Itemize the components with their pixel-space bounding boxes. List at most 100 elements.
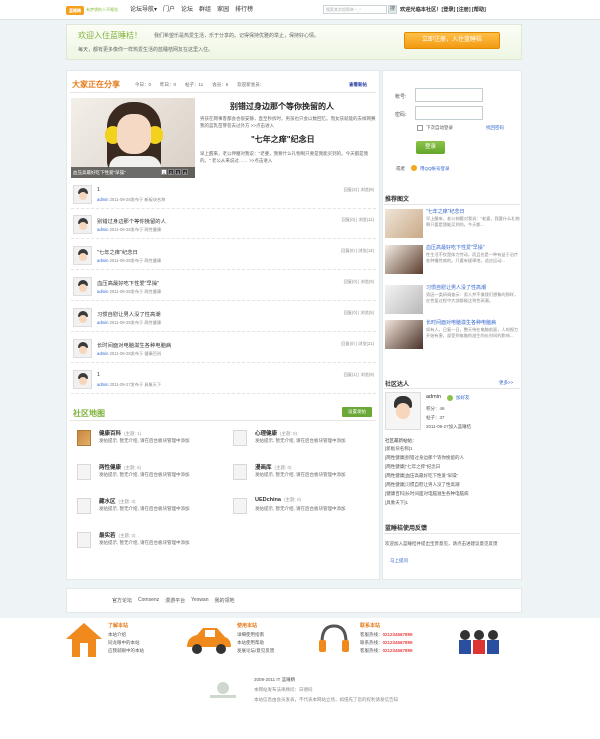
talent-points: 积分：46 bbox=[426, 406, 445, 411]
post-author[interactable]: admin bbox=[97, 258, 108, 263]
forum-item: 心理健康 (主题: 0) 发帖提示, 暂无介绍, 请在后台板块管理中添加 bbox=[233, 428, 383, 464]
forum-icon[interactable] bbox=[77, 498, 91, 514]
register-button[interactable]: 立即注册，入住蓝睡桔 bbox=[404, 32, 500, 49]
headline-title-1[interactable]: 别错过身边那个等你挽留的人 bbox=[230, 101, 334, 112]
footer-link[interactable]: Yeswan bbox=[191, 597, 208, 604]
post-author[interactable]: admin bbox=[97, 227, 108, 232]
forum-desc: 发帖提示, 暂无介绍, 请在后台板块管理中添加 bbox=[99, 540, 190, 545]
recommend-title-link[interactable]: 习惯自慰让男人没了性高潮 bbox=[426, 284, 486, 291]
talent-more-link[interactable]: 更多>> bbox=[499, 380, 513, 386]
search-input[interactable]: 搜索其实很简单 ^_^ bbox=[323, 5, 387, 14]
thumbnail[interactable] bbox=[385, 285, 423, 314]
view-new-posts-link[interactable]: 查看新帖 bbox=[349, 82, 367, 88]
post-row: "七年之痒"纪念日 admin 2011-09-28发布于 两性健康 回复(0)… bbox=[71, 242, 376, 270]
recommend-title-link[interactable]: 长时间面对电脑滋生各种电脑病 bbox=[426, 319, 496, 326]
forum-icon[interactable] bbox=[233, 464, 247, 480]
post-author[interactable]: admin bbox=[97, 289, 108, 294]
footer-link[interactable]: Comsenz bbox=[138, 597, 159, 604]
main-nav: 论坛导航▾ 门户 论坛 群组 家园 排行榜 bbox=[130, 5, 253, 15]
post-author[interactable]: admin bbox=[97, 382, 108, 387]
forum-name[interactable]: UEDchina bbox=[255, 497, 281, 503]
forum-icon[interactable] bbox=[77, 464, 91, 480]
nav-forum[interactable]: 论坛 bbox=[181, 5, 193, 15]
slide-page-4[interactable]: 4 bbox=[182, 169, 188, 175]
site-logo[interactable]: 蓝睡精 bbox=[66, 6, 84, 15]
slide-page-3[interactable]: 3 bbox=[175, 169, 181, 175]
post-stats: 回复(1) | 浏览(9) bbox=[343, 372, 374, 377]
post-title[interactable]: 1 bbox=[97, 187, 100, 193]
remember-checkbox[interactable] bbox=[417, 125, 423, 131]
footer-usage-link[interactable]: 本站使用帮助 bbox=[237, 639, 274, 647]
recent-post-link[interactable]: [具象天下]1 bbox=[385, 500, 408, 506]
search-button[interactable]: 搜 bbox=[388, 5, 397, 14]
footer-link[interactable]: 官方论坛 bbox=[112, 597, 132, 604]
footer-about-link[interactable]: 本站介绍 bbox=[108, 631, 144, 639]
thumbnail[interactable] bbox=[385, 320, 423, 349]
recent-post-link[interactable]: [两性健康]习惯自慰让男人没了性高潮 bbox=[385, 482, 460, 488]
featured-photo[interactable] bbox=[71, 98, 195, 178]
login-button[interactable]: 登录 bbox=[416, 141, 445, 154]
post-title[interactable]: 习惯自慰让男人没了性高潮 bbox=[97, 310, 161, 318]
post-title[interactable]: 血压高最好吃下性爱"早操" bbox=[97, 279, 159, 287]
avatar[interactable] bbox=[73, 185, 92, 204]
nav-home[interactable]: 家园 bbox=[217, 5, 229, 15]
recent-post-link[interactable]: [两性健康]别错过身边那个等你挽留的人 bbox=[385, 455, 464, 461]
footer-about-link[interactable]: 应我就眼中的本站 bbox=[108, 647, 144, 655]
post-author[interactable]: admin bbox=[97, 197, 108, 202]
add-friend-link[interactable]: 加好友 bbox=[456, 395, 470, 401]
footer-link[interactable]: 我的领地 bbox=[215, 597, 235, 604]
footer-link[interactable]: 漫游平台 bbox=[165, 597, 185, 604]
post-title[interactable]: 1 bbox=[97, 372, 100, 378]
recent-post-link[interactable]: [新板块名称]1 bbox=[385, 446, 413, 452]
nav-forum-guide[interactable]: 论坛导航▾ bbox=[130, 5, 157, 15]
thumbnail[interactable] bbox=[385, 209, 423, 238]
thumbnail[interactable] bbox=[385, 245, 423, 274]
forum-map-button[interactable]: 设置发帖 bbox=[342, 407, 372, 417]
avatar[interactable] bbox=[385, 392, 421, 430]
slide-page-1[interactable]: 1 bbox=[161, 169, 167, 175]
post-author[interactable]: admin bbox=[97, 320, 108, 325]
feedback-link[interactable]: 马上提问 bbox=[390, 558, 408, 564]
forum-icon[interactable] bbox=[77, 532, 91, 548]
nav-ranking[interactable]: 排行榜 bbox=[235, 5, 253, 15]
divider bbox=[384, 388, 520, 389]
qq-login-link[interactable]: 用QQ帐号登录 bbox=[420, 166, 450, 172]
username-field[interactable] bbox=[415, 88, 483, 102]
post-title[interactable]: "七年之痒"纪念日 bbox=[97, 248, 138, 256]
photo-caption[interactable]: 血压高最好吃下性爱"早操" bbox=[73, 168, 126, 177]
recent-posts-title: 社区最新帖帖： bbox=[385, 438, 417, 443]
forum-icon[interactable] bbox=[233, 430, 247, 446]
slide-page-2[interactable]: 2 bbox=[168, 169, 174, 175]
footer-about-link[interactable]: 同龙眼中的本站 bbox=[108, 639, 144, 647]
talent-username[interactable]: admin bbox=[426, 394, 441, 400]
recent-post-link[interactable]: [两性健康]"七年之痒"纪念日 bbox=[385, 464, 440, 470]
recommend-title-link[interactable]: "七年之痒"纪念日 bbox=[426, 208, 465, 215]
recent-post-link[interactable]: [健康百科]长时间面对电脑滋生各种电脑病 bbox=[385, 491, 469, 497]
post-author[interactable]: admin bbox=[97, 351, 108, 356]
avatar[interactable] bbox=[73, 370, 92, 389]
post-date: 2011-09-28发布于 两性健康 bbox=[109, 258, 162, 263]
nav-portal[interactable]: 门户 bbox=[163, 5, 175, 15]
footer-usage-link[interactable]: 详细使用指南 bbox=[237, 631, 274, 639]
avatar[interactable] bbox=[73, 339, 92, 358]
post-title[interactable]: 长时间面对电脑滋生各种电脑病 bbox=[97, 341, 171, 349]
headline-title-2[interactable]: "七年之痒"纪念日 bbox=[251, 134, 315, 145]
footer-contact-title: 联系本站 bbox=[360, 623, 381, 629]
forgot-password-link[interactable]: 找回密码 bbox=[486, 125, 504, 131]
avatar[interactable] bbox=[73, 308, 92, 327]
forum-icon[interactable] bbox=[233, 498, 247, 514]
footer-usage-link[interactable]: 发展论坛/意见反馈 bbox=[237, 647, 274, 655]
footer-usage-title: 使用本站 bbox=[237, 623, 258, 629]
password-label: 密码: bbox=[395, 112, 407, 118]
forum-icon[interactable] bbox=[77, 430, 91, 446]
recent-post-link[interactable]: [两性健康]血压高最好吃下性爱"早操" bbox=[385, 473, 458, 479]
password-field[interactable] bbox=[415, 106, 483, 120]
recommend-item: "七年之痒"纪念日 早上醒来，老公伸腰对我说："老婆，我要什么礼物啊只要是我能买… bbox=[385, 207, 520, 241]
avatar[interactable] bbox=[73, 246, 92, 265]
avatar[interactable] bbox=[73, 215, 92, 234]
recommend-title-link[interactable]: 血压高最好吃下性爱"早操" bbox=[426, 244, 485, 251]
nav-groups[interactable]: 群组 bbox=[199, 5, 211, 15]
avatar[interactable] bbox=[73, 277, 92, 296]
post-title[interactable]: 别错过身边那个等你挽留的人 bbox=[97, 217, 166, 225]
user-links[interactable]: 欢迎光临本社区！[登录] [注册] [帮助] bbox=[400, 5, 486, 15]
